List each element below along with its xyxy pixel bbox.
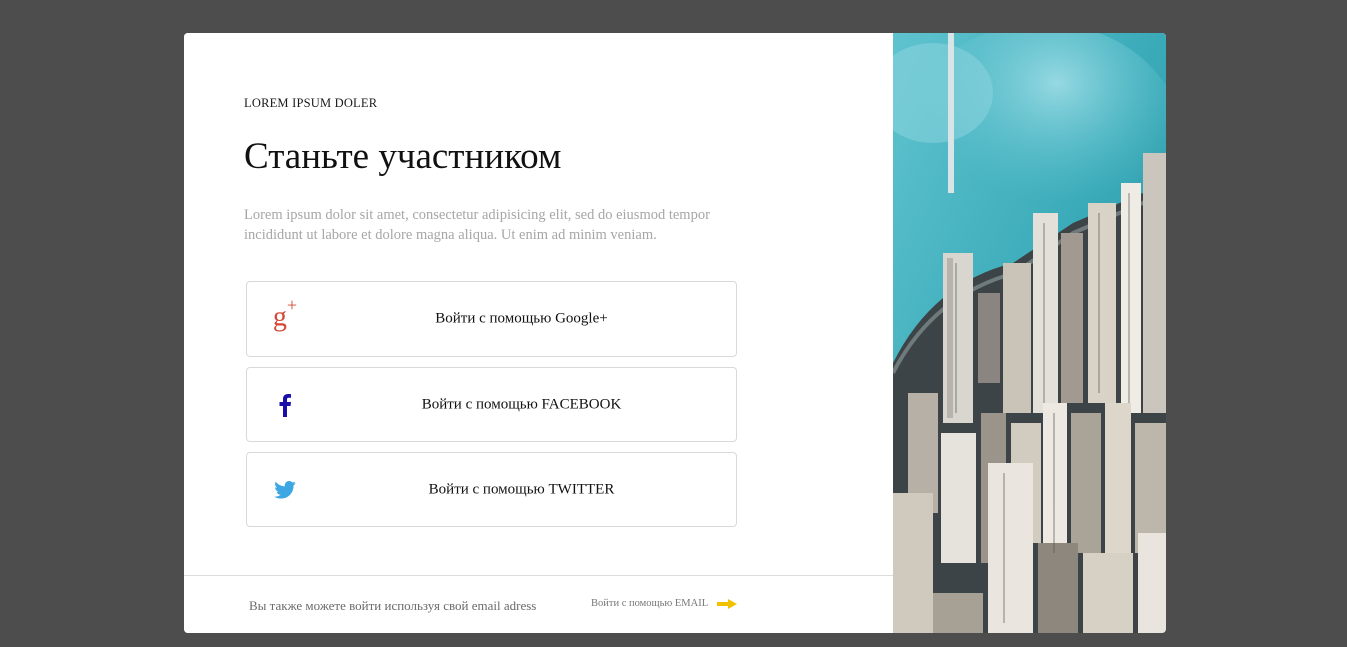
footer-divider (184, 575, 893, 576)
city-aerial-image (893, 33, 1166, 633)
signup-panel: LOREM IPSUM DOLER Станьте участником Lor… (184, 33, 893, 633)
footer-email-hint: Вы также можете войти используя свой ema… (249, 598, 537, 613)
facebook-login-button[interactable]: Войти с помощью FACEBOOK (246, 367, 737, 442)
twitter-icon (271, 476, 299, 504)
email-login-label: Войти с помощью EMAIL (591, 598, 709, 609)
google-plus-icon: g+ (272, 295, 298, 333)
twitter-login-label: Войти с помощью TWITTER (428, 481, 615, 497)
google-plus-login-label: Войти с помощью Google+ (435, 310, 608, 327)
arrow-right-icon (717, 598, 738, 609)
facebook-icon (271, 391, 299, 419)
email-login-link[interactable]: Войти с помощью EMAIL (591, 598, 738, 609)
page-title: Станьте участником (244, 136, 562, 177)
description-text: Lorem ipsum dolor sit amet, consectetur … (244, 207, 710, 243)
eyebrow-text: LOREM IPSUM DOLER (244, 96, 378, 110)
signup-modal: LOREM IPSUM DOLER Станьте участником Lor… (184, 33, 1166, 633)
google-plus-login-button[interactable]: g+ Войти с помощью Google+ (246, 281, 737, 357)
twitter-login-button[interactable]: Войти с помощью TWITTER (246, 452, 737, 527)
facebook-login-label: Войти с помощью FACEBOOK (421, 396, 622, 412)
